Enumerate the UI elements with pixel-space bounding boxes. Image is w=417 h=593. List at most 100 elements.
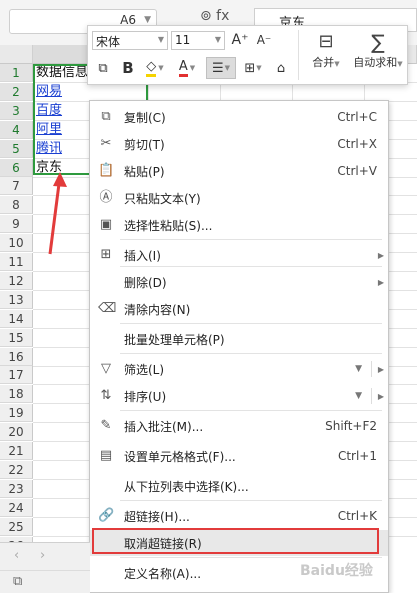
row-header[interactable]: 20: [0, 423, 33, 442]
context-menu-item[interactable]: ▽ 筛选(L) ▼ ▶: [90, 356, 388, 382]
merge-label: 合并: [312, 56, 335, 69]
toolbar-divider: [298, 30, 299, 80]
eraser-icon[interactable]: ⌂: [270, 57, 292, 79]
submenu-arrow-icon: ▶: [377, 391, 384, 401]
paste-special-icon: ▣: [99, 217, 113, 232]
context-menu-item[interactable]: ⇅ 排序(U) ▼ ▶: [90, 383, 388, 409]
row-header[interactable]: 11: [0, 253, 33, 271]
cell-a5[interactable]: 腾讯: [36, 140, 62, 158]
sigma-icon: ∑: [371, 30, 385, 54]
bold-icon[interactable]: B: [118, 57, 138, 79]
submenu-arrow-icon: ▶: [377, 364, 384, 374]
fill-color-icon[interactable]: ◇ ▼: [142, 57, 168, 79]
menu-item-shortcut: Ctrl+1: [337, 449, 377, 463]
menu-item-shortcut: Ctrl+C: [337, 110, 377, 124]
context-menu-item[interactable]: ✎ 插入批注(M)... Shift+F2: [90, 413, 388, 439]
menu-item-shortcut: Shift+F2: [325, 419, 377, 433]
row-header[interactable]: 8: [0, 196, 33, 215]
context-menu-item[interactable]: 定义名称(A)...: [90, 560, 388, 586]
cell-a4[interactable]: 阿里: [36, 121, 62, 139]
context-menu: ⧉ 复制(C) Ctrl+C ✂ 剪切(T) Ctrl+X 📋 粘贴(P) Ctrl+V Ⓐ 只粘贴…: [89, 100, 389, 593]
cut-icon: ✂: [100, 136, 112, 151]
context-menu-item[interactable]: 📋 粘贴(P) Ctrl+V: [90, 158, 388, 184]
merge-button[interactable]: ⊟ 合并▼: [304, 30, 348, 70]
context-menu-item[interactable]: ▣ 选择性粘贴(S)...: [90, 212, 388, 238]
row-header[interactable]: 17: [0, 366, 33, 385]
font-name-select[interactable]: 宋体 ▼: [92, 31, 168, 50]
font-name-value: 宋体: [96, 35, 121, 49]
chevron-down-icon[interactable]: ▼: [144, 15, 151, 25]
row-header[interactable]: 10: [0, 234, 33, 253]
chevron-left-icon[interactable]: ‹: [14, 548, 19, 563]
row-header[interactable]: 19: [0, 404, 33, 423]
context-menu-item[interactable]: Ⓐ 只粘贴文本(Y): [90, 185, 388, 211]
font-size-select[interactable]: 11 ▼: [171, 31, 225, 50]
context-menu-item[interactable]: 从下拉列表中选择(K)...: [90, 473, 388, 499]
split-divider: [371, 361, 372, 377]
row-header[interactable]: 14: [0, 309, 33, 328]
row-header[interactable]: 22: [0, 460, 33, 479]
hyperlink-icon: 🔗: [98, 508, 115, 523]
menu-separator: [120, 353, 382, 354]
row-header[interactable]: 24: [0, 498, 33, 517]
context-menu-item[interactable]: ⊞ 插入(I) ▶: [90, 242, 388, 268]
submenu-arrow-icon: ▶: [377, 250, 384, 260]
copy-icon: ⧉: [101, 109, 111, 124]
menu-separator: [120, 323, 382, 324]
cell-a6[interactable]: 京东: [36, 159, 62, 177]
row-header[interactable]: 2: [0, 82, 33, 101]
menu-separator: [120, 500, 382, 501]
font-shrink-icon[interactable]: A⁻: [253, 30, 275, 50]
insert-icon: ⊞: [100, 247, 112, 262]
autosum-button[interactable]: ∑ 自动求和▼: [350, 30, 406, 70]
dropdown-arrow-icon: ▼: [355, 364, 362, 374]
paste-icon: 📋: [98, 163, 115, 178]
align-center-icon[interactable]: ☰ ▼: [206, 57, 236, 79]
font-grow-icon[interactable]: A⁺: [229, 30, 251, 50]
chevron-right-icon[interactable]: ›: [40, 548, 45, 563]
row-header[interactable]: 25: [0, 517, 33, 536]
border-icon[interactable]: ⊞ ▼: [240, 57, 266, 79]
format-painter-icon[interactable]: ⧉: [92, 57, 114, 79]
context-menu-item[interactable]: 🔗 超链接(H)... Ctrl+K: [90, 503, 388, 529]
context-menu-item[interactable]: ✂ 剪切(T) Ctrl+X: [90, 131, 388, 157]
cell-a2[interactable]: 网易: [36, 83, 62, 101]
menu-separator: [120, 557, 382, 558]
menu-separator: [120, 410, 382, 411]
row-header[interactable]: 16: [0, 347, 33, 366]
menu-item-label: 排序(U): [124, 389, 167, 404]
menu-item-label: 插入(I): [124, 248, 161, 263]
row-header[interactable]: 15: [0, 328, 33, 347]
cell-a1[interactable]: 数据信息: [36, 64, 88, 82]
row-header[interactable]: 1: [0, 64, 33, 82]
row-header[interactable]: 13: [0, 290, 33, 309]
cell-a3[interactable]: 百度: [36, 102, 62, 120]
font-color-icon[interactable]: A ▼: [174, 57, 200, 79]
row-header[interactable]: 3: [0, 101, 33, 120]
menu-item-label: 从下拉列表中选择(K)...: [124, 479, 249, 494]
menu-item-label: 只粘贴文本(Y): [124, 191, 201, 206]
row-header[interactable]: 4: [0, 120, 33, 139]
row-header[interactable]: 5: [0, 139, 33, 158]
menu-item-label: 删除(D): [124, 275, 167, 290]
macro-icon[interactable]: ⧉: [13, 574, 22, 589]
row-header[interactable]: 12: [0, 271, 33, 290]
select-all-corner[interactable]: [0, 45, 33, 64]
context-menu-item[interactable]: ⌫ 清除内容(N): [90, 296, 388, 322]
context-menu-item[interactable]: 删除(D) ▶: [90, 269, 388, 295]
menu-item-label: 设置单元格格式(F)...: [124, 449, 236, 464]
row-header[interactable]: 23: [0, 479, 33, 498]
row-header[interactable]: 9: [0, 215, 33, 234]
row-header[interactable]: 21: [0, 442, 33, 460]
context-menu-item[interactable]: ▤ 设置单元格格式(F)... Ctrl+1: [90, 443, 388, 469]
context-menu-item[interactable]: 取消超链接(R): [90, 530, 388, 556]
context-menu-item[interactable]: ⧉ 复制(C) Ctrl+C: [90, 104, 388, 130]
menu-item-label: 批量处理单元格(P): [124, 332, 225, 347]
menu-item-label: 超链接(H)...: [124, 509, 190, 524]
fx-icon[interactable]: ⊚ fx: [200, 8, 229, 24]
row-header[interactable]: 7: [0, 177, 33, 196]
context-menu-item[interactable]: 批量处理单元格(P): [90, 326, 388, 352]
row-header[interactable]: 6: [0, 158, 33, 177]
merge-icon: ⊟: [318, 31, 334, 52]
row-header[interactable]: 18: [0, 385, 33, 404]
